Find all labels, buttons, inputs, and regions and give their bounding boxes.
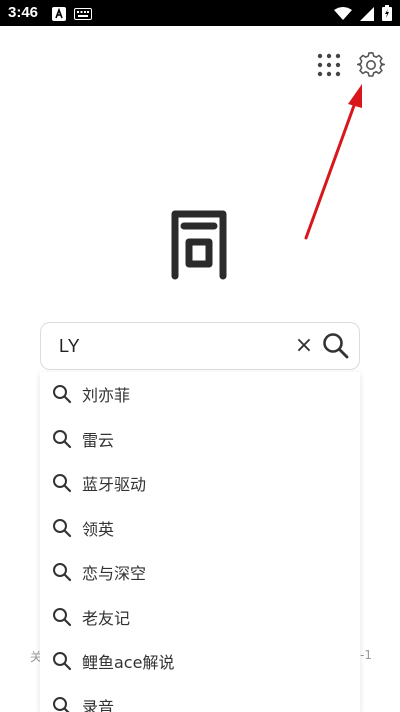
search-icon — [52, 429, 72, 449]
keyboard-icon — [74, 6, 92, 25]
search-input[interactable] — [59, 323, 289, 369]
suggestion-item[interactable]: 蓝牙驱动 — [40, 461, 360, 506]
status-bar: 3:46 — [0, 0, 400, 26]
suggestion-text: 鲤鱼ace解说 — [82, 653, 175, 673]
suggestion-text: 蓝牙驱动 — [82, 475, 147, 495]
suggestion-text: 恋与深空 — [82, 564, 147, 584]
gear-icon[interactable] — [356, 50, 386, 80]
suggestion-text: 老友记 — [82, 608, 131, 628]
suggestion-text: 刘亦菲 — [82, 386, 131, 406]
search-icon[interactable] — [321, 331, 351, 361]
status-time: 3:46 — [8, 4, 39, 21]
suggestion-item[interactable]: 刘亦菲 — [40, 372, 360, 417]
suggestion-item[interactable]: 领英 — [40, 506, 360, 551]
signal-icon — [360, 6, 374, 25]
status-system-icons — [334, 5, 392, 25]
clear-icon[interactable]: × — [293, 335, 315, 357]
suggestion-item[interactable]: 雷云 — [40, 417, 360, 462]
suggestion-list: 刘亦菲 雷云 蓝牙驱动 领英 恋与深空 老友记 鲤鱼ace解说 录音 — [40, 372, 360, 712]
footer-right-text: -1 — [360, 648, 372, 662]
apps-grid-icon[interactable] — [314, 50, 344, 80]
suggestion-text: 录音 — [82, 697, 115, 712]
search-icon — [52, 696, 72, 712]
suggestion-item[interactable]: 鲤鱼ace解说 — [40, 639, 360, 684]
search-icon — [52, 473, 72, 493]
search-box: × — [40, 322, 360, 370]
search-icon — [52, 651, 72, 671]
top-actions — [314, 50, 386, 80]
status-notifications — [52, 6, 92, 25]
notification-a-icon — [52, 6, 66, 25]
search-icon — [52, 518, 72, 538]
battery-charging-icon — [382, 5, 392, 25]
suggestion-item[interactable]: 录音 — [40, 684, 360, 712]
suggestion-item[interactable]: 恋与深空 — [40, 550, 360, 595]
suggestion-item[interactable]: 老友记 — [40, 595, 360, 640]
search-icon — [52, 384, 72, 404]
search-icon — [52, 562, 72, 582]
app-logo — [168, 206, 230, 280]
suggestion-text: 领英 — [82, 519, 115, 539]
search-icon — [52, 607, 72, 627]
suggestion-text: 雷云 — [82, 430, 115, 450]
wifi-icon — [334, 6, 352, 25]
